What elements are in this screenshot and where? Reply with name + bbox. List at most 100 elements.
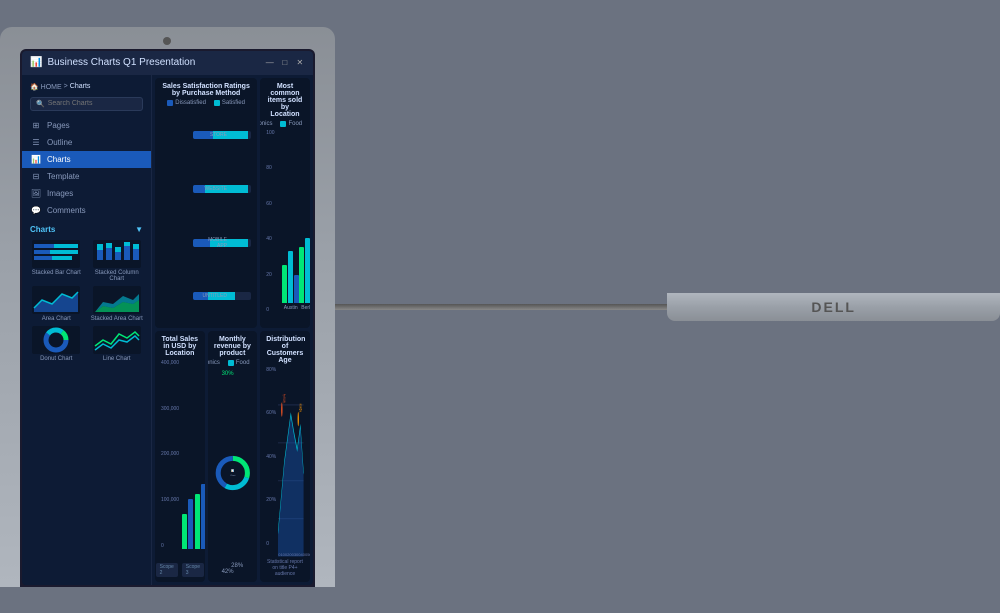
- v-group-berlin: Berlin: [299, 238, 310, 311]
- laptop-base: DELL: [667, 293, 1000, 321]
- bar-label-mobile: MOBILE APP: [199, 237, 227, 249]
- chart-thumb-area[interactable]: Area Chart: [28, 286, 85, 322]
- monthly-revenue-legend: Electronics Food Books: [214, 360, 252, 366]
- legend-rev-electronics-label: Electronics: [208, 360, 220, 366]
- laptop-screen: 📊 Business Charts Q1 Presentation — □ ✕ …: [22, 51, 313, 585]
- chart-thumb-line[interactable]: Line Chart: [89, 326, 146, 362]
- sidebar-item-comments-label: Comments: [47, 206, 86, 215]
- laptop-hinge: [335, 304, 668, 310]
- sidebar-item-comments[interactable]: 💬 Comments: [22, 202, 151, 219]
- breadcrumb: 🏠 HOME > Charts: [22, 81, 151, 95]
- scope-3-btn[interactable]: Scope 3: [182, 563, 204, 577]
- outline-icon: ☰: [30, 138, 42, 147]
- total-sales-group-1: [182, 499, 193, 549]
- legend-satisfied-dot: [214, 100, 220, 106]
- stacked-area-label: Stacked Area Chart: [91, 316, 143, 322]
- charts-panel-title: Charts: [30, 225, 55, 234]
- sales-satisfaction-title: Sales Satisfaction Ratings by Purchase M…: [161, 83, 251, 97]
- legend-satisfied-label: Satisfied: [222, 100, 245, 106]
- area-preview: [32, 286, 80, 314]
- stacked-column-preview: [93, 240, 141, 268]
- app-title: Business Charts Q1 Presentation: [47, 57, 264, 68]
- breadcrumb-separator: >: [64, 83, 68, 90]
- svg-text:📊: 📊: [231, 468, 234, 472]
- sidebar-item-charts[interactable]: 📊 Charts: [22, 151, 151, 168]
- app-window: 📊 Business Charts Q1 Presentation — □ ✕ …: [22, 51, 313, 585]
- legend-electronics-label: Electronics: [260, 121, 272, 127]
- bar-label-store: STORE: [199, 132, 227, 138]
- window-controls: — □ ✕: [265, 58, 305, 68]
- maximize-button[interactable]: □: [280, 58, 290, 68]
- donut-svg: 📊 Chart: [214, 428, 252, 518]
- dell-logo: DELL: [811, 299, 856, 315]
- monthly-revenue-title: Monthly revenue by product: [214, 336, 252, 357]
- search-box[interactable]: 🔍: [30, 97, 143, 111]
- distribution-chart: 80% 60% 40% 20% 0: [266, 367, 304, 577]
- bar-row-untitled: UNTITLED: [193, 292, 251, 300]
- breadcrumb-home[interactable]: 🏠 HOME: [30, 83, 62, 91]
- pct-books: 42%: [222, 569, 234, 575]
- legend-electronics: Electronics: [260, 121, 272, 127]
- laptop-shell: 📊 Business Charts Q1 Presentation — □ ✕ …: [0, 27, 335, 587]
- most-common-legend: Electronics Food Books: [266, 121, 304, 127]
- chart-thumb-stacked-area[interactable]: Stacked Area Chart: [89, 286, 146, 322]
- charts-collapse-icon[interactable]: ▼: [135, 225, 143, 234]
- sidebar-item-charts-label: Charts: [47, 155, 71, 164]
- legend-food-label: Food: [288, 121, 302, 127]
- main-content: Sales Satisfaction Ratings by Purchase M…: [152, 75, 313, 585]
- austin-label: Austin: [284, 305, 298, 311]
- bar-row-website: WEBSITE: [193, 185, 251, 193]
- sidebar-item-outline[interactable]: ☰ Outline: [22, 134, 151, 151]
- app-icon: 📊: [30, 57, 42, 68]
- total-sales-chart: 400,000 300,000 200,000 100,000 0: [161, 360, 199, 577]
- bar-row-mobile: MOBILE APP: [193, 239, 251, 247]
- berlin-food-bar: [305, 238, 310, 303]
- legend-rev-food: Food: [228, 360, 250, 366]
- chart-thumb-donut[interactable]: Donut Chart: [28, 326, 85, 362]
- chart-thumb-stacked-column[interactable]: Stacked Column Chart: [89, 240, 146, 282]
- sidebar-item-images-label: Images: [47, 189, 73, 198]
- scope-buttons: Scope 1 Scope 2 Scope 3 Scope 4: [161, 563, 199, 577]
- total-sales-body: 400,000 300,000 200,000 100,000 0: [161, 360, 199, 561]
- charts-icon: 📊: [30, 155, 42, 164]
- comments-icon: 💬: [30, 206, 42, 215]
- most-common-items-card: Most common items sold by Location Elect…: [260, 78, 310, 329]
- close-button[interactable]: ✕: [295, 58, 305, 68]
- scope-2-btn[interactable]: Scope 2: [156, 563, 178, 577]
- total-sales-bars: [182, 360, 205, 561]
- search-input[interactable]: [48, 100, 137, 107]
- svg-text:1,425: 1,425: [283, 391, 286, 405]
- title-bar: 📊 Business Charts Q1 Presentation — □ ✕: [22, 51, 313, 75]
- bar-label-website: WEBSITE: [199, 186, 227, 192]
- legend-rev-food-label: Food: [236, 360, 250, 366]
- chart-thumbnails: Stacked Bar Chart: [22, 237, 151, 365]
- pages-icon: ⊞: [30, 121, 42, 130]
- legend-satisfied: Satisfied: [214, 100, 245, 106]
- total-sales-y-axis: 400,000 300,000 200,000 100,000 0: [161, 360, 182, 561]
- line-label: Line Chart: [103, 356, 131, 362]
- sidebar-item-outline-label: Outline: [47, 138, 72, 147]
- dist-y-axis: 80% 60% 40% 20% 0: [266, 367, 278, 557]
- sidebar-item-pages[interactable]: ⊞ Pages: [22, 117, 151, 134]
- sidebar-item-pages-label: Pages: [47, 121, 70, 130]
- legend-dissatisfied-label: Dissatisfied: [175, 100, 206, 106]
- sidebar: 🏠 HOME > Charts 🔍 ⊞ Pages: [22, 75, 152, 585]
- search-icon: 🔍: [36, 100, 45, 108]
- stacked-bar-preview: [32, 240, 80, 268]
- distribution-body: 80% 60% 40% 20% 0: [266, 367, 304, 557]
- legend-dissatisfied-dot: [167, 100, 173, 106]
- dist-x-axis: 0100200300400500600: [278, 552, 304, 557]
- svg-text:4,664: 4,664: [299, 401, 302, 415]
- sidebar-item-template[interactable]: ⊟ Template: [22, 168, 151, 185]
- legend-rev-electronics: Electronics: [208, 360, 220, 366]
- distribution-footnote: Statistical report on title P4+ audience: [266, 559, 304, 577]
- minimize-button[interactable]: —: [265, 58, 275, 68]
- screen-bezel: 📊 Business Charts Q1 Presentation — □ ✕ …: [20, 49, 315, 587]
- line-preview: [93, 326, 141, 354]
- sales-satisfaction-card: Sales Satisfaction Ratings by Purchase M…: [155, 78, 257, 329]
- legend-food: Food: [280, 121, 302, 127]
- pct-electronics: 30%: [222, 371, 234, 377]
- chart-thumb-stacked-bar[interactable]: Stacked Bar Chart: [28, 240, 85, 282]
- stacked-bar-label: Stacked Bar Chart: [32, 270, 81, 276]
- sidebar-item-images[interactable]: 🖼 Images: [22, 185, 151, 202]
